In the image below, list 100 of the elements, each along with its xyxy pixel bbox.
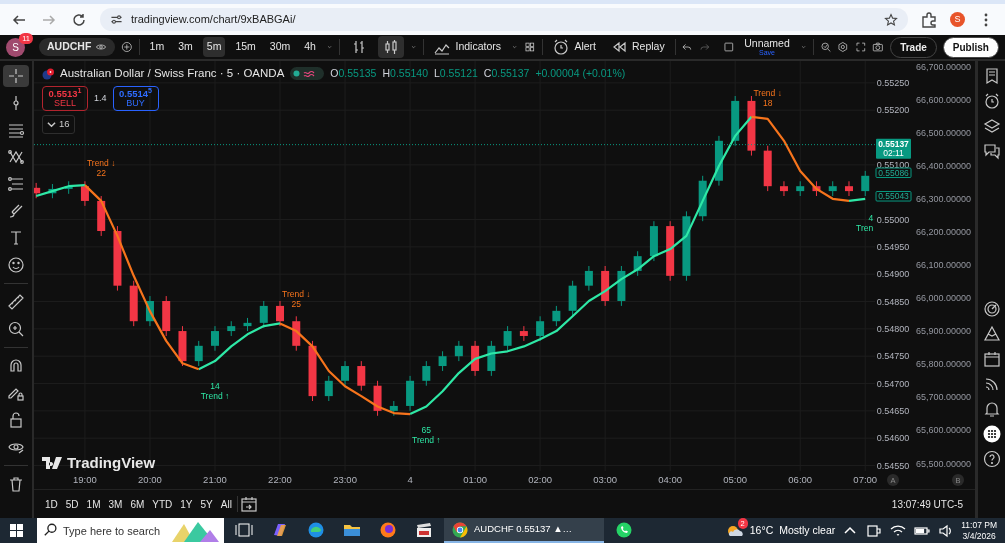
edge-icon [307,520,325,539]
date-range-button[interactable]: 1D [42,495,61,513]
candlestick [487,340,496,377]
task-view-icon [235,520,253,539]
calendar-arrow-icon[interactable] [239,495,258,513]
interval-button[interactable]: 5m [202,37,226,57]
apps-grid-icon[interactable] [982,425,1001,443]
interval-button[interactable]: 1m [145,37,169,57]
trend-label: Trend ↓ 22 [86,157,116,178]
candlestick [731,95,740,147]
indicators-toggle-button[interactable]: 16 [42,115,75,134]
date-range-button[interactable]: 5Y [197,495,216,513]
puzzle-piece-icon[interactable] [920,10,938,29]
last-price-tag: 0.55137 02:11 [876,138,911,159]
alarm-clock-icon[interactable] [982,92,1001,110]
candlestick [763,145,772,192]
candlestick [568,280,577,317]
candlestick [227,320,236,337]
profile-avatar[interactable]: S [950,12,965,27]
chrome-icon [451,520,469,539]
candlestick [373,380,382,417]
price-axis-label: 0.55100 [876,159,910,170]
candlestick [649,220,658,262]
price-axis-label: 0.54950 [876,241,910,252]
price-tag: 0.55086 [875,167,912,178]
date-range-button[interactable]: 3M [105,495,126,513]
date-range-button[interactable]: 6M [127,495,148,513]
secondary-axis-label: 66,000.00000 [915,293,971,304]
trash-icon [7,475,25,493]
calendar-icon[interactable] [982,350,1001,368]
alarm-clock-icon [552,38,571,56]
price-axis-label: 0.54600 [876,433,910,444]
time-axis-label: 06:00 [788,474,813,485]
chat-icon[interactable] [982,142,1001,160]
interval-button[interactable]: 15m [231,37,260,57]
price-axis-label: 0.54900 [876,269,910,280]
interval-button[interactable]: 30m [265,37,295,57]
date-range-button[interactable]: All [217,495,235,513]
sell-button[interactable]: 0.5513$^{1}$ SELL [42,86,88,112]
symbol-search-field[interactable]: AUDCHF [39,38,116,56]
price-change: +0.00004 (+0.01%) [535,65,626,81]
trend-label: 14 Trend ↑ [200,381,230,402]
candlestick [48,183,57,199]
candlestick [617,265,626,307]
date-range-button[interactable]: 5D [62,495,82,513]
pyramid-icon[interactable] [982,325,1001,343]
time-axis-label: 04:00 [658,474,683,485]
crosshair-icon [7,67,25,85]
candlestick [584,265,593,292]
layers-icon[interactable] [982,117,1001,135]
windows-start-icon[interactable] [10,524,23,537]
taskbar-app-button[interactable]: AUDCHF 0.55137 ▲… [444,518,604,543]
date-range-button[interactable]: YTD [149,495,176,513]
bell-icon[interactable] [982,400,1001,418]
date-range-button[interactable]: 1M [83,495,104,513]
site-settings-icon[interactable] [110,13,123,26]
candlestick [194,340,203,367]
candlestick [861,170,870,197]
interval-button[interactable]: 4h [300,37,320,57]
secondary-axis-label: 65,900.00000 [915,326,971,337]
trend-label: 4 Tren [856,212,874,233]
secondary-axis-label: 66,700.00000 [915,61,971,72]
time-axis-label: 4 [407,474,413,485]
indicators-button[interactable]: Indicators [429,36,505,58]
alert-button[interactable]: Alert [548,36,600,58]
url-field[interactable]: tradingview.com/chart/9xBABGAi/ [131,11,876,28]
candlestick [34,182,41,199]
time-axis-label: 20:00 [138,474,162,485]
time-axis-label: 22:00 [268,474,292,485]
candlestick [682,210,691,282]
candlestick [601,265,610,307]
secondary-axis-label: 66,600.00000 [915,94,971,105]
target-icon[interactable] [982,300,1001,318]
chart-type-button[interactable] [377,36,404,58]
timezone-clock[interactable]: 13:07:49 UTC-5 [891,496,963,512]
date-range-button[interactable]: 1Y [177,495,196,513]
candlestick [162,295,171,337]
help-icon[interactable] [982,450,1001,468]
star-icon[interactable] [884,12,898,27]
candlestick [519,325,528,342]
candlestick [292,315,301,352]
price-tag: 0.55043 [875,191,912,202]
magnet-icon [7,357,25,375]
pyramids-drawing [170,520,220,542]
publish-button[interactable]: Publish [942,36,999,58]
candlestick [211,325,219,352]
taskbar-clock[interactable]: 11:07 PM 3/4/2026 [961,520,997,541]
candlestick [97,195,106,237]
time-axis-label: 07:00 [853,474,878,485]
secondary-axis-label: 65,700.00000 [915,392,971,403]
address-bar[interactable]: tradingview.com/chart/9xBABGAi/ [100,8,908,31]
candlestick [129,280,138,327]
interval-button[interactable]: 3m [174,37,197,57]
drawing-tool-button[interactable] [3,65,29,87]
time-axis-label: 19:00 [73,474,97,485]
search-icon [43,522,59,538]
secondary-axis-label: 66,200.00000 [915,226,971,237]
replay-button[interactable]: Replay [606,36,669,58]
secondary-axis-label: 66,400.00000 [915,160,971,171]
buy-button[interactable]: 0.5514$^{5}$ BUY [112,86,159,112]
